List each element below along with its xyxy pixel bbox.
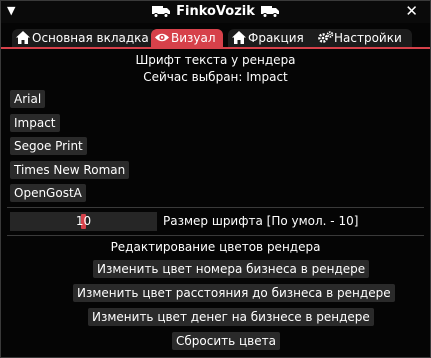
gears-icon [318,31,334,43]
tab-faction-label: Фракция [248,31,304,45]
tab-visual-label: Визуал [171,31,216,45]
font-button-segoe-print[interactable]: Segoe Print [10,137,87,155]
change-distance-color-button[interactable]: Изменить цвет расстояния до бизнеса в ре… [73,284,395,302]
tab-settings-label: Настройки [334,31,402,45]
window-title-text: FinkoVozik [176,4,255,19]
tab-settings[interactable]: Настройки [314,29,412,47]
tab-main[interactable]: Основная вкладка [12,29,157,47]
font-size-label: Размер шрифта [По умол. - 10] [163,214,359,228]
truck-icon [152,6,171,18]
tab-bar: Основная вкладка Визуал Фракция Настройк… [1,29,430,49]
font-button-times-new-roman[interactable]: Times New Roman [10,161,130,179]
close-button[interactable]: ✕ [405,2,418,20]
separator [7,207,424,208]
font-size-slider[interactable]: 10 [10,212,157,231]
change-business-number-color-button[interactable]: Изменить цвет номера бизнеса в рендере [93,260,370,278]
font-button-opengosta[interactable]: OpenGostA [10,184,86,202]
font-button-arial[interactable]: Arial [10,90,46,108]
home-icon [16,31,30,44]
window-title: FinkoVozik [1,4,430,19]
eye-icon [155,33,169,42]
font-size-value: 10 [75,214,92,228]
tab-faction[interactable]: Фракция [228,29,326,47]
title-bar[interactable]: ▼ FinkoVozik ✕ [1,1,430,23]
font-button-impact[interactable]: Impact [10,114,60,132]
colors-section-heading: Редактирование цветов рендера [110,240,321,254]
home-icon [232,31,246,44]
tab-visual[interactable]: Визуал [151,29,223,47]
font-section-heading: Шрифт текста у рендера [135,53,296,67]
separator [7,235,424,236]
tab-main-label: Основная вкладка [32,31,149,45]
current-font-label: Сейчас выбран: Impact [143,70,288,84]
reset-colors-button[interactable]: Сбросить цвета [172,332,280,350]
change-money-color-button[interactable]: Изменить цвет денег на бизнесе в рендере [88,308,374,326]
app-window: ▼ FinkoVozik ✕ Основная вкладка Визуал Ф… [0,0,431,358]
truck-icon [260,6,279,18]
